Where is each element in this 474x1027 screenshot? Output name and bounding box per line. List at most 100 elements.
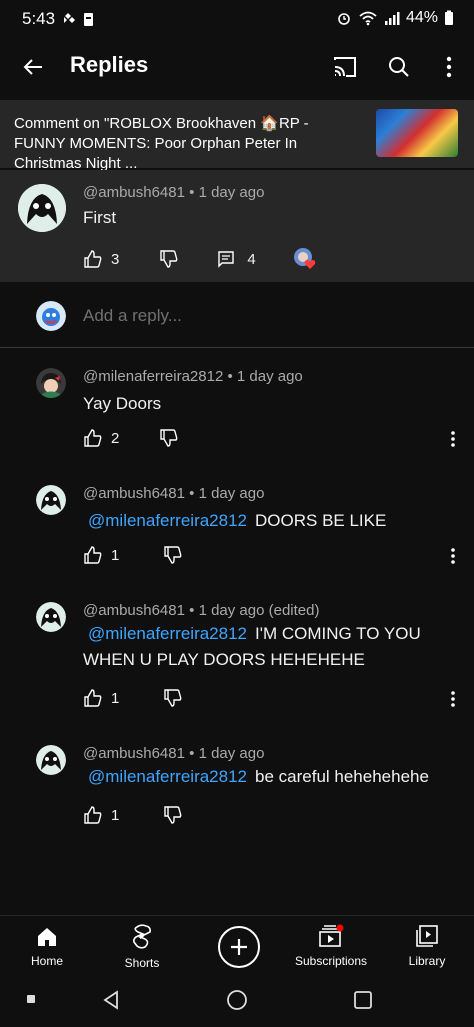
like-button[interactable]: [83, 428, 103, 448]
thumbs-up-icon: [84, 429, 102, 447]
nav-library[interactable]: Library: [380, 924, 474, 968]
system-back-button[interactable]: [98, 987, 124, 1013]
nav-library-label: Library: [408, 954, 446, 968]
system-recents-button[interactable]: [350, 987, 376, 1013]
milena-avatar-icon: [36, 368, 66, 398]
comment-meta: @ambush6481 • 1 day ago: [83, 184, 265, 201]
creator-heart-icon: [292, 246, 318, 272]
like-count: 1: [111, 546, 120, 564]
cast-icon: [334, 57, 356, 77]
plus-icon: [231, 939, 247, 955]
avatar[interactable]: [36, 602, 66, 632]
reply-text: @milenaferreira2812 be careful hehehehehe: [83, 764, 463, 790]
thumbs-down-icon: [160, 250, 178, 268]
back-button[interactable]: [14, 48, 52, 86]
main-comment: @ambush6481 • 1 day ago First 3 4: [0, 170, 474, 282]
reply-author[interactable]: @milenaferreira2812: [83, 368, 223, 385]
more-vert-icon: [451, 691, 455, 707]
reply-meta: @milenaferreira2812 • 1 day ago: [83, 368, 303, 385]
reply-item: @milenaferreira2812 • 1 day ago Yay Door…: [0, 360, 474, 470]
app-bar: Replies: [0, 38, 474, 96]
square-recents-icon: [354, 991, 372, 1009]
reply-item: @ambush6481 • 1 day ago @milenaferreira2…: [0, 477, 474, 587]
avatar[interactable]: [36, 745, 66, 775]
reply-button[interactable]: [217, 250, 235, 268]
like-count: 1: [111, 689, 120, 707]
ambush-avatar-icon: [36, 602, 66, 632]
user-avatar[interactable]: [36, 301, 66, 331]
avatar[interactable]: [18, 184, 66, 232]
more-vert-icon: [451, 548, 455, 564]
comment-author[interactable]: @ambush6481: [83, 184, 185, 201]
system-home-button[interactable]: [224, 987, 250, 1013]
bottom-navigation: Home Shorts Subscriptions Library: [0, 915, 474, 984]
more-options-button[interactable]: [430, 48, 468, 86]
status-time: 5:43: [22, 9, 56, 28]
reply-count: 4: [247, 250, 256, 268]
triangle-back-icon: [103, 990, 118, 1010]
search-icon: [389, 57, 409, 77]
avatar[interactable]: [36, 485, 66, 515]
navbar-dot-icon: [27, 995, 35, 1003]
wifi-icon: [359, 11, 377, 26]
more-vert-icon: [451, 431, 455, 447]
signal-icon: [384, 12, 400, 25]
reply-meta: @ambush6481 • 1 day ago: [83, 485, 265, 502]
video-context[interactable]: Comment on "ROBLOX Brookhaven 🏠RP - FUNN…: [0, 100, 474, 172]
circle-home-icon: [227, 990, 247, 1010]
nav-home-label: Home: [30, 954, 63, 968]
shorts-icon: [133, 924, 151, 949]
ambush-avatar-icon: [36, 485, 66, 515]
thumbs-up-icon: [84, 689, 102, 707]
subscriptions-icon: [319, 924, 344, 947]
reply-input[interactable]: Add a reply...: [83, 306, 182, 326]
like-count: 1: [111, 806, 120, 824]
nav-shorts[interactable]: Shorts: [95, 924, 189, 970]
comment-text: First: [83, 208, 117, 227]
dislike-button[interactable]: [159, 249, 179, 269]
reply-time: 1 day ago: [236, 368, 303, 385]
reply-more-button[interactable]: [440, 426, 466, 452]
like-button[interactable]: [83, 805, 103, 825]
like-button[interactable]: [83, 688, 103, 708]
reply-time: 1 day ago (edited): [198, 602, 320, 619]
reply-author[interactable]: @ambush6481: [83, 485, 185, 502]
nav-subscriptions-label: Subscriptions: [294, 954, 368, 968]
mention-link[interactable]: @milenaferreira2812: [88, 624, 247, 643]
thumbs-up-icon: [84, 250, 102, 268]
dislike-button[interactable]: [163, 688, 183, 708]
like-count: 3: [111, 250, 120, 268]
thumbs-down-icon: [164, 689, 182, 707]
reply-author[interactable]: @ambush6481: [83, 745, 185, 762]
ambush-avatar-icon: [18, 184, 66, 232]
reply-more-button[interactable]: [440, 543, 466, 569]
reply-author[interactable]: @ambush6481: [83, 602, 185, 619]
nav-subscriptions[interactable]: Subscriptions: [284, 924, 378, 968]
like-button[interactable]: [83, 545, 103, 565]
reply-item: @ambush6481 • 1 day ago @milenaferreira2…: [0, 737, 474, 847]
search-button[interactable]: [380, 48, 418, 86]
like-button[interactable]: [83, 249, 103, 269]
create-button[interactable]: [218, 926, 260, 968]
home-icon: [38, 928, 56, 946]
status-right: 44%: [336, 9, 454, 27]
cast-button[interactable]: [326, 48, 364, 86]
page-title: Replies: [70, 52, 149, 77]
dislike-button[interactable]: [163, 545, 183, 565]
video-thumbnail[interactable]: [376, 109, 458, 157]
avatar[interactable]: [36, 368, 66, 398]
status-bar: 5:43 44%: [0, 0, 474, 38]
mention-link[interactable]: @milenaferreira2812: [88, 511, 247, 530]
back-arrow-icon: [23, 59, 42, 75]
notification-icons: [62, 11, 98, 32]
more-vert-icon: [446, 56, 452, 78]
reply-actions: 1: [83, 805, 183, 825]
reply-more-button[interactable]: [440, 686, 466, 712]
reply-actions: 1: [83, 545, 183, 565]
mention-link[interactable]: @milenaferreira2812: [88, 767, 247, 786]
dislike-button[interactable]: [163, 805, 183, 825]
dislike-button[interactable]: [159, 428, 179, 448]
nav-home[interactable]: Home: [0, 926, 94, 968]
reply-item: @ambush6481 • 1 day ago (edited) @milena…: [0, 594, 474, 724]
reply-text: @milenaferreira2812 DOORS BE LIKE: [83, 508, 453, 534]
